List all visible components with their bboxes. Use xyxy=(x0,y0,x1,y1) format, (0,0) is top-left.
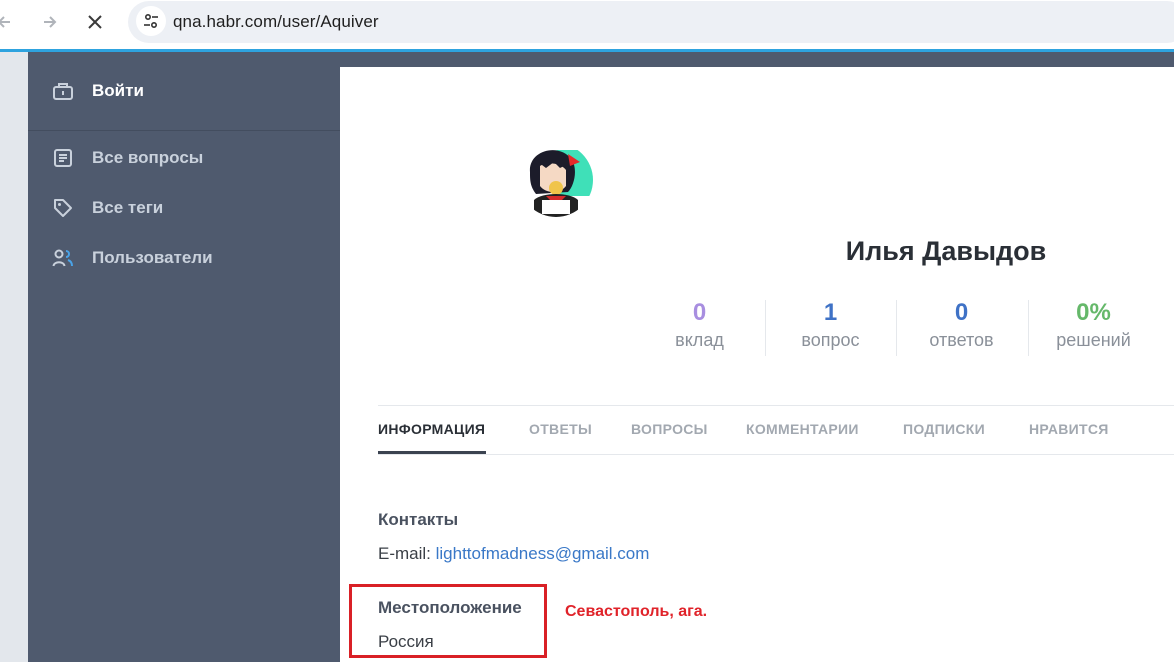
header-band xyxy=(340,52,1174,67)
arrow-left-icon xyxy=(0,16,10,28)
stat-value: 0% xyxy=(1076,299,1111,326)
url-text[interactable]: qna.habr.com/user/Aquiver xyxy=(173,12,379,32)
sidebar-item-all-questions[interactable]: Все вопросы xyxy=(52,147,203,169)
stat-label: вопрос xyxy=(801,330,860,350)
sidebar-item-label: Войти xyxy=(92,81,144,100)
forward-button[interactable] xyxy=(36,8,64,36)
avatar[interactable] xyxy=(516,142,596,217)
stat-solutions[interactable]: 0% решений xyxy=(1028,298,1159,351)
stat-answers[interactable]: 0 ответов xyxy=(896,298,1027,351)
browser-toolbar: qna.habr.com/user/Aquiver xyxy=(0,0,1174,52)
sidebar-item-all-tags[interactable]: Все теги xyxy=(52,197,163,219)
tabs-border-top xyxy=(378,405,1174,406)
tab-comments[interactable]: КОММЕНТАРИИ xyxy=(746,421,859,437)
tune-icon xyxy=(144,13,158,29)
stat-value: 0 xyxy=(954,299,969,326)
tabs-border-bottom xyxy=(378,454,1174,455)
address-bar[interactable]: qna.habr.com/user/Aquiver xyxy=(128,1,1174,43)
stat-label: ответов xyxy=(929,330,994,350)
document-icon xyxy=(52,147,74,169)
users-icon xyxy=(52,247,74,269)
sidebar-item-label: Все вопросы xyxy=(92,148,204,167)
page-left-strip xyxy=(0,52,28,662)
user-name: Илья Давыдов xyxy=(845,236,1047,266)
annotation-note: Севастополь, ага. xyxy=(565,603,708,620)
main-content xyxy=(340,67,1174,662)
site-info-button[interactable] xyxy=(136,6,166,36)
sidebar-divider xyxy=(28,130,340,131)
tab-answers[interactable]: ОТВЕТЫ xyxy=(529,421,592,437)
arrow-right-icon xyxy=(44,16,57,28)
contacts-heading: Контакты xyxy=(378,510,459,529)
email-label: E-mail: xyxy=(378,544,436,563)
stat-value: 1 xyxy=(823,299,838,326)
sidebar: Войти Все вопросы Все теги Пользователи xyxy=(28,52,340,662)
back-button[interactable] xyxy=(0,8,18,36)
tab-likes[interactable]: НРАВИТСЯ xyxy=(1029,421,1109,437)
tab-subscriptions[interactable]: ПОДПИСКИ xyxy=(903,421,985,437)
login-icon xyxy=(52,80,74,102)
close-icon xyxy=(88,15,102,29)
sidebar-item-login[interactable]: Войти xyxy=(52,80,144,102)
stat-questions[interactable]: 1 вопрос xyxy=(765,298,896,351)
sidebar-item-label: Пользователи xyxy=(92,248,213,267)
tab-questions[interactable]: ВОПРОСЫ xyxy=(631,421,708,437)
stat-label: решений xyxy=(1056,330,1131,350)
tag-icon xyxy=(52,197,74,219)
location-value: Россия xyxy=(378,632,434,651)
location-heading: Местоположение xyxy=(378,598,522,617)
stat-value: 0 xyxy=(692,299,707,326)
email-row: E-mail: lighttofmadness@gmail.com xyxy=(378,544,649,564)
tab-information[interactable]: ИНФОРМАЦИЯ xyxy=(378,421,485,437)
stat-label: вклад xyxy=(675,330,724,350)
stat-contribution[interactable]: 0 вклад xyxy=(634,298,765,351)
stop-loading-button[interactable] xyxy=(81,8,109,36)
sidebar-item-label: Все теги xyxy=(92,198,164,217)
sidebar-item-users[interactable]: Пользователи xyxy=(52,247,213,269)
email-link[interactable]: lighttofmadness@gmail.com xyxy=(436,544,650,563)
